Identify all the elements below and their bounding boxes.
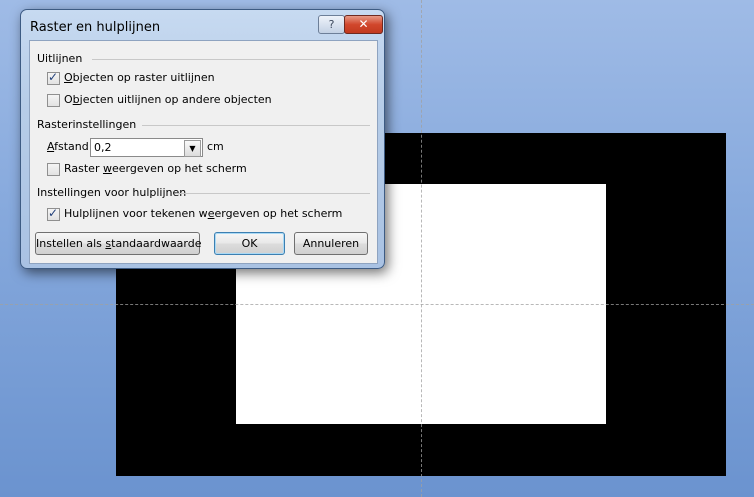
dialog-body: Uitlijnen Objecten op raster uitlijnen O… bbox=[29, 40, 378, 264]
snap-to-grid-checkbox[interactable] bbox=[47, 70, 60, 85]
help-button[interactable]: ? bbox=[318, 15, 345, 34]
alignment-group-label: Uitlijnen bbox=[37, 52, 83, 65]
snap-to-objects-label[interactable]: Objecten uitlijnen op andere objecten bbox=[64, 93, 272, 106]
cancel-button[interactable]: Annuleren bbox=[294, 232, 368, 255]
help-icon: ? bbox=[328, 18, 335, 31]
show-grid-checkbox[interactable] bbox=[47, 163, 60, 176]
grid-group-label: Rasterinstellingen bbox=[37, 118, 137, 131]
spacing-dropdown[interactable]: 0,2 ▼ bbox=[90, 138, 203, 157]
dialog-title: Raster en hulplijnen bbox=[30, 20, 161, 35]
group-divider bbox=[92, 59, 370, 60]
show-guides-checkbox[interactable] bbox=[47, 206, 60, 221]
spacing-value: 0,2 bbox=[94, 141, 112, 154]
close-icon: ✕ bbox=[358, 17, 369, 31]
show-guides-label[interactable]: Hulplijnen voor tekenen weergeven op het… bbox=[64, 207, 342, 220]
horizontal-guide[interactable] bbox=[0, 304, 754, 305]
snap-to-grid-label[interactable]: Objecten op raster uitlijnen bbox=[64, 71, 215, 84]
spacing-unit: cm bbox=[207, 140, 224, 153]
close-button[interactable]: ✕ bbox=[344, 15, 383, 34]
guides-group-label: Instellingen voor hulplijnen bbox=[37, 186, 187, 199]
spacing-label: Afstand: bbox=[47, 140, 93, 153]
group-divider bbox=[176, 193, 370, 194]
set-as-default-button[interactable]: Instellen als standaardwaarde bbox=[35, 232, 202, 255]
vertical-guide[interactable] bbox=[421, 0, 422, 497]
ok-button[interactable]: OK bbox=[214, 232, 285, 255]
group-divider bbox=[142, 125, 370, 126]
snap-to-objects-checkbox[interactable] bbox=[47, 94, 60, 107]
chevron-down-icon[interactable]: ▼ bbox=[184, 140, 201, 157]
grid-and-guides-dialog: Raster en hulplijnen ? ✕ Uitlijnen Objec… bbox=[20, 9, 385, 269]
show-grid-label[interactable]: Raster weergeven op het scherm bbox=[64, 162, 247, 175]
